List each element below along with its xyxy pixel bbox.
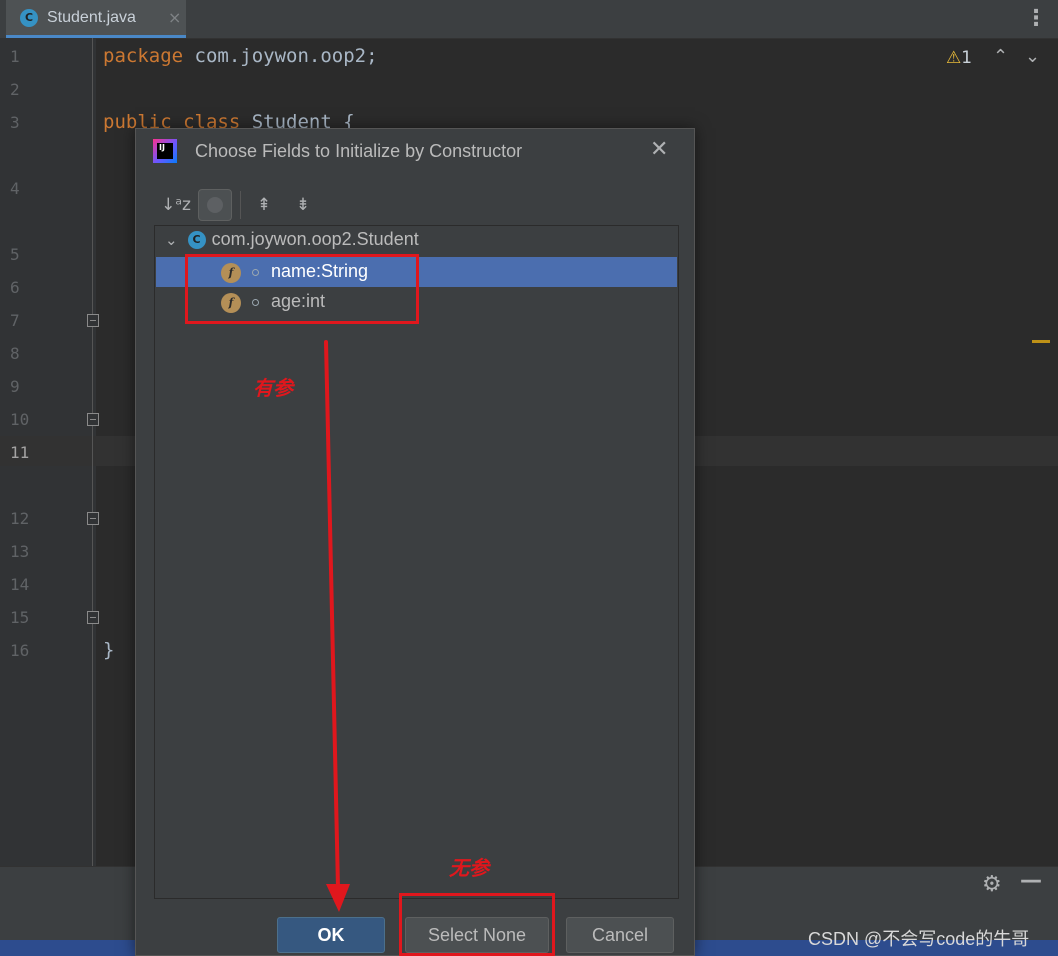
line-number-current: 11: [10, 443, 30, 462]
more-options-icon[interactable]: ⋮: [1025, 4, 1047, 34]
fields-tree: ⌄ Ccom.joywon.oop2.Student f name:String …: [154, 225, 679, 899]
toolbar-separator: [240, 191, 241, 219]
code-line-1[interactable]: package com.joywon.oop2;: [103, 45, 378, 67]
fold-marker-icon[interactable]: [87, 413, 99, 426]
settings-icon[interactable]: ⚙: [982, 872, 1002, 897]
intellij-logo-icon: IJ: [153, 139, 177, 163]
next-highlight-icon[interactable]: ⌄: [1025, 46, 1040, 67]
line-number: 5: [10, 245, 20, 264]
fold-marker-icon[interactable]: [87, 314, 99, 327]
close-icon[interactable]: ✕: [650, 137, 668, 162]
line-number: 14: [10, 575, 30, 594]
line-number: 12: [10, 509, 30, 528]
line-number: 2: [10, 80, 20, 99]
class-c-icon: C: [20, 9, 38, 27]
warning-count: 1: [961, 48, 973, 68]
collapse-all-icon[interactable]: ⇟: [286, 189, 320, 221]
line-number: 10: [10, 410, 30, 429]
class-c-icon: C: [187, 231, 206, 249]
line-number: 15: [10, 608, 30, 627]
line-number: 7: [10, 311, 20, 330]
class-name: com.joywon.oop2.Student: [211, 229, 419, 249]
ok-button[interactable]: OK: [277, 917, 385, 953]
line-number: 9: [10, 377, 20, 396]
warning-icon: ⚠: [946, 48, 962, 68]
dialog-title: Choose Fields to Initialize by Construct…: [195, 141, 523, 161]
show-visibility-icon[interactable]: [198, 189, 232, 221]
minimize-icon[interactable]: —: [1020, 868, 1042, 893]
keyword: package: [103, 45, 184, 67]
generate-constructor-dialog: IJ Choose Fields to Initialize by Constr…: [135, 128, 695, 956]
line-number: 4: [10, 179, 20, 198]
sort-alphabetically-icon[interactable]: ↓ᵃz: [159, 189, 193, 221]
annotation-box-select-none: [399, 893, 555, 956]
line-number: 13: [10, 542, 30, 561]
line-number: 16: [10, 641, 30, 660]
tab-student-java[interactable]: C Student.java ×: [6, 0, 186, 38]
cancel-button[interactable]: Cancel: [566, 917, 674, 953]
annotation-no-params: 无参: [449, 856, 489, 880]
tab-close-icon[interactable]: ×: [168, 8, 181, 27]
tree-root-class[interactable]: ⌄ Ccom.joywon.oop2.Student: [165, 229, 419, 250]
line-number: 3: [10, 113, 20, 132]
gutter-divider: [92, 38, 93, 868]
annotation-box-fields: [185, 254, 419, 324]
watermark: CSDN @不会写code的牛哥: [808, 929, 1030, 949]
inspection-warnings[interactable]: ⚠1: [946, 48, 972, 68]
annotation-with-params: 有参: [253, 376, 293, 400]
line-number: 1: [10, 47, 20, 66]
tab-label: Student.java: [47, 9, 136, 26]
fold-marker-icon[interactable]: [87, 512, 99, 525]
line-number: 6: [10, 278, 20, 297]
fold-marker-icon[interactable]: [87, 611, 99, 624]
scrollbar-marker[interactable]: [1032, 340, 1050, 343]
expand-all-icon[interactable]: ⇞: [247, 189, 281, 221]
line-number: 8: [10, 344, 20, 363]
chevron-down-icon[interactable]: ⌄: [165, 232, 178, 249]
package-name: com.joywon.oop2;: [183, 45, 378, 67]
code-line-16[interactable]: }: [103, 639, 114, 661]
previous-highlight-icon[interactable]: ⌃: [993, 46, 1008, 67]
